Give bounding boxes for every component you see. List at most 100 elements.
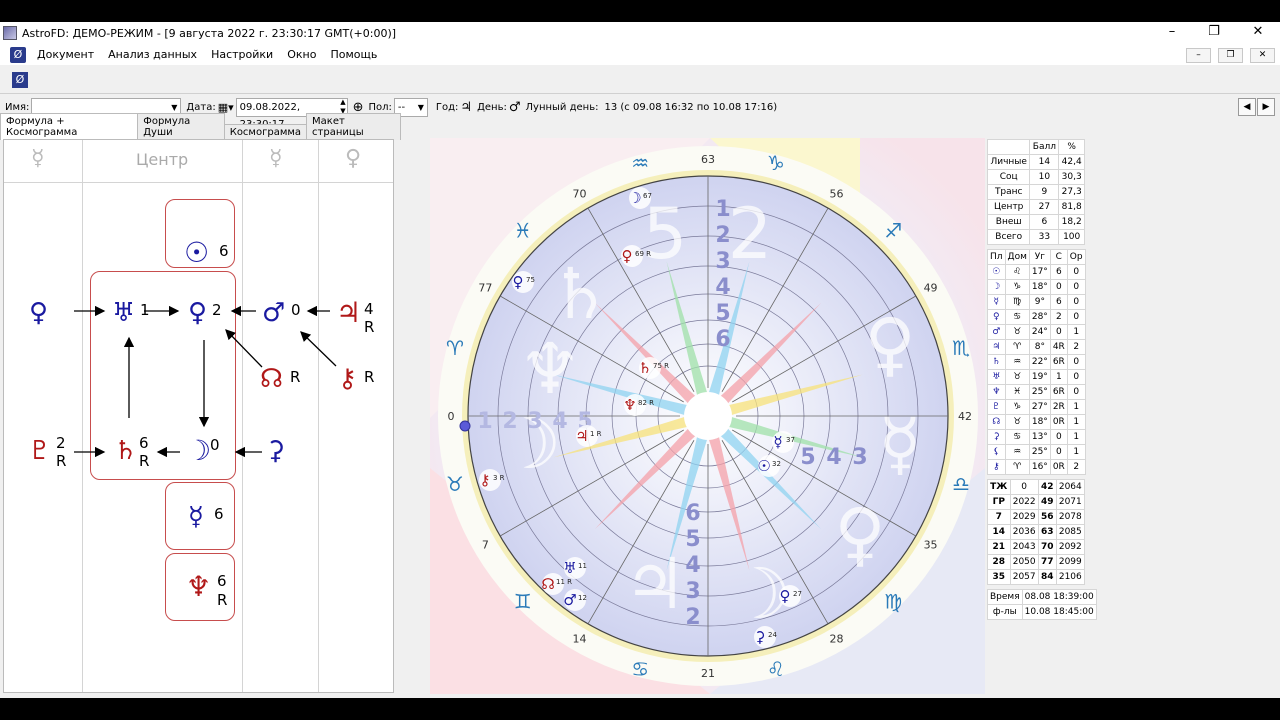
planet-degree: 1 R <box>590 430 602 438</box>
uranus-icon: ♅ <box>112 298 136 328</box>
table-cell: 0 <box>1066 264 1086 280</box>
table-cell: 08.08 18:39:00 <box>1021 589 1097 605</box>
table-cell: 42,4 <box>1058 154 1085 170</box>
window-title: AstroFD: ДЕМО-РЕЖИМ - [9 августа 2022 г.… <box>22 26 397 40</box>
table-cell: 1 <box>1066 429 1086 445</box>
table-cell: ☽ <box>987 279 1006 295</box>
mdi-restore-button[interactable]: ❐ <box>1218 48 1243 63</box>
mars-value: 0 <box>291 301 301 319</box>
menu-help[interactable]: Помощь <box>323 44 384 65</box>
house-number: 4 <box>826 445 841 470</box>
table-cell: 81,8 <box>1058 199 1085 215</box>
zodiac-sign: ♊ <box>514 589 532 613</box>
table-cell: ♀ <box>987 309 1006 325</box>
planet-degree: 82 R <box>638 399 654 407</box>
saturn-icon: ♄ <box>114 436 138 466</box>
table-cell: ♂ <box>987 324 1006 340</box>
house-number: 1 <box>477 409 492 434</box>
cycles-table: ТЖ 0 42 2064 ГР 2022 49 2071 7 2029 56 2078 14 2036 63… <box>987 479 1086 585</box>
neptune-value: 6 <box>217 572 227 590</box>
table-cell: 16° <box>1028 459 1051 475</box>
document-icon[interactable]: Ø <box>10 46 26 63</box>
table-row: 28 2050 77 2099 <box>987 554 1086 570</box>
house-number: 2 <box>502 409 517 434</box>
table-cell: 2057 <box>1009 569 1039 585</box>
next-button[interactable]: ▶ <box>1257 98 1275 116</box>
tab-cosmogram[interactable]: Космограмма <box>223 124 308 140</box>
house-number: 4 <box>715 275 730 300</box>
house-number: 4 <box>552 409 567 434</box>
table-cell: ♉ <box>1004 414 1030 430</box>
tab-page-layout[interactable]: Макет страницы <box>306 113 401 140</box>
planet-icon: ♂ <box>563 591 576 609</box>
zodiac-sign: ♉ <box>446 472 464 496</box>
table-cell: 2050 <box>1009 554 1039 570</box>
proserpina-icon: ⚳ <box>266 436 286 466</box>
table-cell: 14 <box>1029 154 1060 170</box>
table-cell: ГР <box>987 494 1011 510</box>
table-cell: 2092 <box>1055 539 1086 555</box>
planet-degree: 12 <box>578 594 587 602</box>
table-cell: 100 <box>1058 229 1085 245</box>
table-row: Балл% <box>986 139 1085 155</box>
tab-soul-formula[interactable]: Формула Души <box>137 113 225 140</box>
degree-mark: 70 <box>573 187 587 200</box>
table-row: Личные 14 42,4 <box>986 154 1085 170</box>
table-cell: 2R <box>1049 399 1068 415</box>
table-cell: 2 <box>1066 339 1086 355</box>
table-row: ф-лы 10.08 18:45:00 <box>987 604 1097 620</box>
zodiac-sign: ♎ <box>952 472 970 496</box>
planet-icon: ⚳ <box>755 628 766 646</box>
calendar-icon[interactable]: ▦▾ <box>218 101 234 114</box>
table-row: ♂ ♉ 24° 0 1 <box>987 324 1086 340</box>
table-cell: 10.08 18:45:00 <box>1021 604 1097 620</box>
maximize-button[interactable]: ❐ <box>1192 22 1236 44</box>
zodiac-sign: ♍ <box>884 589 902 613</box>
cosmogram-svg: 5 2♄♆ ♀☽ ☿♃♀☽ 1234561 2 3 4 55 4 365432 635649423… <box>430 138 985 694</box>
ascendant-marker[interactable] <box>459 420 471 432</box>
menu-settings[interactable]: Настройки <box>204 44 280 65</box>
mdi-close-button[interactable]: ✕ <box>1250 48 1275 63</box>
sun-value: 6 <box>219 242 229 260</box>
menu-analysis[interactable]: Анализ данных <box>101 44 204 65</box>
minimize-button[interactable]: – <box>1150 22 1194 44</box>
menu-window[interactable]: Окно <box>280 44 323 65</box>
table-cell: 18° <box>1028 279 1051 295</box>
chart-tool-icon[interactable]: Ø <box>12 72 28 88</box>
table-cell: 21 <box>987 539 1011 555</box>
planet-icon: ♃ <box>575 427 588 445</box>
prev-button[interactable]: ◀ <box>1238 98 1256 116</box>
close-button[interactable]: ✕ <box>1236 22 1280 44</box>
toolbar: Ø <box>0 68 1280 94</box>
table-cell: 2043 <box>1009 539 1039 555</box>
planet-icon: ♀ <box>780 587 791 605</box>
table-cell: Соц <box>986 169 1031 185</box>
degree-mark: 7 <box>482 539 489 552</box>
table-cell: ♅ <box>987 369 1006 385</box>
table-cell: 6 <box>1029 214 1060 230</box>
tab-formula-cosmogram[interactable]: Формула + Космограмма <box>0 113 139 140</box>
table-cell: 0 <box>1009 479 1039 495</box>
table-cell: 42 <box>1037 479 1057 495</box>
table-cell: 27,3 <box>1058 184 1085 200</box>
table-row: ♃ ♈ 8° 4R 2 <box>987 339 1086 355</box>
planet-icon: ♆ <box>623 396 636 414</box>
planet-degree: 75 <box>526 276 535 284</box>
menu-document[interactable]: Документ <box>30 44 101 65</box>
app-icon <box>3 26 17 40</box>
zodiac-sign: ♐ <box>884 219 902 243</box>
zodiac-sign: ♌ <box>767 657 785 681</box>
table-cell: 2099 <box>1055 554 1086 570</box>
mdi-minimize-button[interactable]: – <box>1186 48 1211 63</box>
chevron-down-icon[interactable]: ▼ <box>418 99 424 116</box>
table-cell: 84 <box>1037 569 1057 585</box>
table-cell: 1 <box>1049 369 1068 385</box>
table-row: 21 2043 70 2092 <box>987 539 1086 555</box>
name-label: Имя: <box>5 101 30 113</box>
house-number: 3 <box>685 579 700 604</box>
pluto-icon: ♇ <box>28 436 52 466</box>
table-row: ♄ ♒ 22° 6R 0 <box>987 354 1086 370</box>
planet-degree: 75 R <box>653 362 669 370</box>
table-cell: 0 <box>1066 384 1086 400</box>
table-cell: 0R <box>1049 414 1068 430</box>
